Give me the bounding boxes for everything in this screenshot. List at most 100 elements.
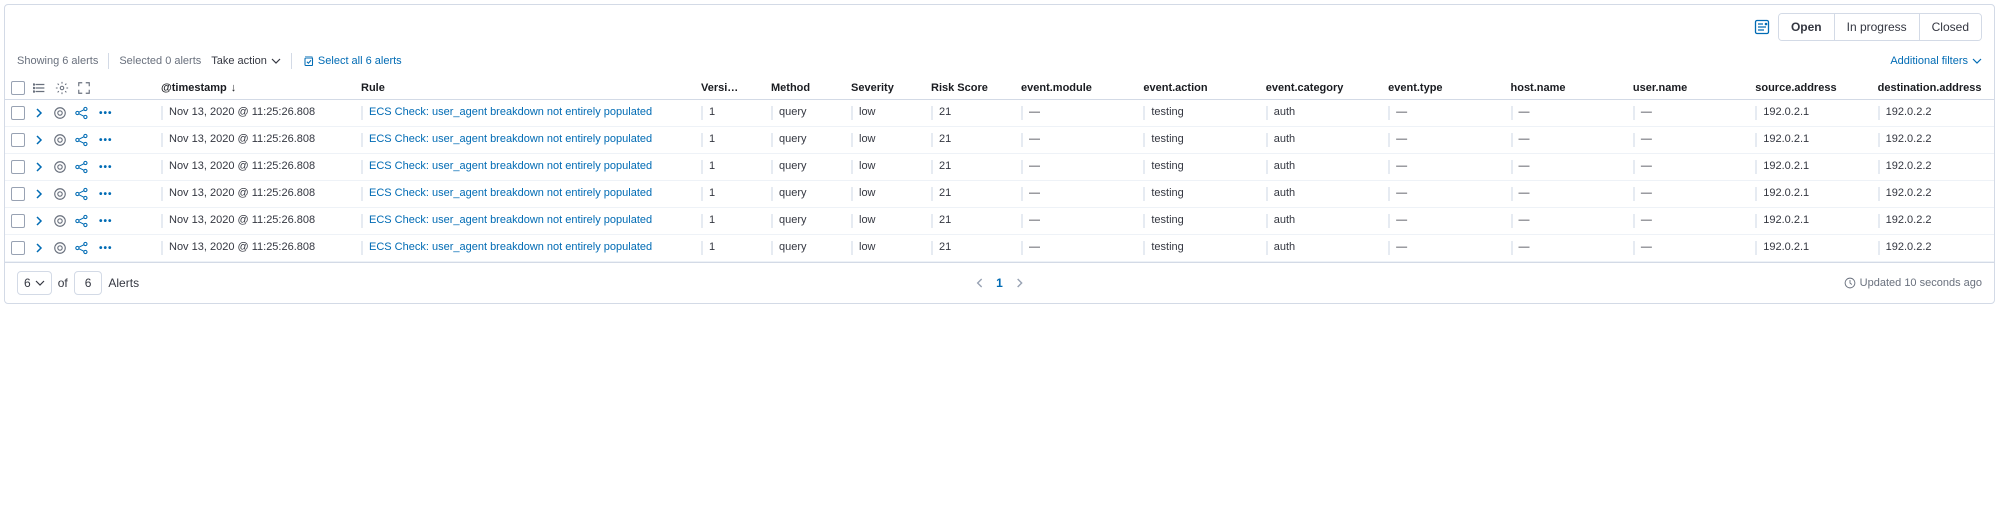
cell-destination-address: 192.0.2.2 [1878,106,1932,120]
cell-source-address: 192.0.2.1 [1755,187,1809,201]
col-event-action[interactable]: event.action [1137,77,1259,100]
select-all-button[interactable]: Select all 6 alerts [302,55,402,67]
investigate-icon[interactable] [53,187,67,201]
analyzer-icon[interactable] [75,160,91,174]
col-user-name[interactable]: user.name [1627,77,1749,100]
col-risk-score[interactable]: Risk Score [925,77,1015,100]
fullscreen-icon[interactable] [77,81,91,95]
cell-method: query [771,187,807,201]
more-actions-button[interactable]: ••• [99,108,113,119]
cell-host-name: — [1511,187,1530,201]
col-host-name[interactable]: host.name [1505,77,1627,100]
more-actions-button[interactable]: ••• [99,189,113,200]
col-event-type[interactable]: event.type [1382,77,1504,100]
of-label: of [58,276,68,290]
cell-source-address: 192.0.2.1 [1755,106,1809,120]
rule-link[interactable]: ECS Check: user_agent breakdown not enti… [369,214,652,226]
rule-link[interactable]: ECS Check: user_agent breakdown not enti… [369,160,652,172]
chevron-down-icon [1972,56,1982,66]
expand-row-button[interactable] [33,188,45,200]
investigate-icon[interactable] [53,106,67,120]
expand-row-button[interactable] [33,161,45,173]
investigate-icon[interactable] [53,160,67,174]
table-row: •••Nov 13, 2020 @ 11:25:26.808ECS Check:… [5,154,1994,181]
more-actions-button[interactable]: ••• [99,243,113,254]
cell-method: query [771,214,807,228]
table-row: •••Nov 13, 2020 @ 11:25:26.808ECS Check:… [5,235,1994,262]
row-checkbox[interactable] [11,106,25,120]
investigate-icon[interactable] [53,214,67,228]
row-checkbox[interactable] [11,133,25,147]
more-actions-button[interactable]: ••• [99,162,113,173]
total-count: 6 [74,271,103,295]
expand-row-button[interactable] [33,215,45,227]
cell-event-category: auth [1266,106,1295,120]
col-destination-address[interactable]: destination.address [1872,77,1994,100]
more-actions-button[interactable]: ••• [99,216,113,227]
status-closed-button[interactable]: Closed [1919,14,1981,40]
col-source-address[interactable]: source.address [1749,77,1871,100]
col-timestamp[interactable]: @timestamp↓ [155,77,355,100]
col-rule[interactable]: Rule [355,77,695,100]
cell-user-name: — [1633,214,1652,228]
analyzer-icon[interactable] [75,106,91,120]
divider [291,53,292,69]
select-all-checkbox[interactable] [11,81,25,95]
rule-link[interactable]: ECS Check: user_agent breakdown not enti… [369,106,652,118]
next-page-button[interactable] [1015,278,1025,288]
analyzer-icon[interactable] [75,241,91,255]
cell-risk-score: 21 [931,187,951,201]
cell-event-module: — [1021,160,1040,174]
rule-link[interactable]: ECS Check: user_agent breakdown not enti… [369,187,652,199]
investigate-icon[interactable] [53,241,67,255]
current-page[interactable]: 1 [996,276,1003,290]
prev-page-button[interactable] [974,278,984,288]
divider [108,53,109,69]
pages-select-icon [302,55,314,67]
additional-filters-dropdown[interactable]: Additional filters [1890,55,1982,67]
status-open-button[interactable]: Open [1779,14,1834,40]
more-actions-button[interactable]: ••• [99,135,113,146]
take-action-dropdown[interactable]: Take action [211,55,281,67]
alerts-label: Alerts [108,276,139,290]
status-inprogress-button[interactable]: In progress [1834,14,1919,40]
cell-event-action: testing [1143,106,1183,120]
cell-host-name: — [1511,106,1530,120]
row-checkbox[interactable] [11,241,25,255]
expand-row-button[interactable] [33,242,45,254]
event-fields-icon[interactable] [33,81,47,95]
cell-user-name: — [1633,241,1652,255]
analyzer-icon[interactable] [75,187,91,201]
page-size-select[interactable]: 6 [17,271,52,295]
updated-label: Updated 10 seconds ago [1860,277,1982,289]
row-checkbox[interactable] [11,187,25,201]
cell-method: query [771,133,807,147]
timeline-icon[interactable] [1754,19,1770,35]
cell-host-name: — [1511,241,1530,255]
cell-event-type: — [1388,106,1407,120]
expand-row-button[interactable] [33,134,45,146]
selected-count: Selected 0 alerts [119,55,201,67]
rule-link[interactable]: ECS Check: user_agent breakdown not enti… [369,133,652,145]
settings-gear-icon[interactable] [55,81,69,95]
investigate-icon[interactable] [53,133,67,147]
col-severity[interactable]: Severity [845,77,925,100]
col-event-category[interactable]: event.category [1260,77,1382,100]
cell-risk-score: 21 [931,214,951,228]
col-version[interactable]: Versi… [695,77,765,100]
analyzer-icon[interactable] [75,214,91,228]
row-checkbox[interactable] [11,214,25,228]
cell-version: 1 [701,241,715,255]
cell-timestamp: Nov 13, 2020 @ 11:25:26.808 [161,214,315,228]
expand-row-button[interactable] [33,107,45,119]
cell-event-type: — [1388,160,1407,174]
col-event-module[interactable]: event.module [1015,77,1137,100]
cell-event-action: testing [1143,160,1183,174]
cell-host-name: — [1511,133,1530,147]
col-method[interactable]: Method [765,77,845,100]
row-checkbox[interactable] [11,160,25,174]
analyzer-icon[interactable] [75,133,91,147]
cell-version: 1 [701,160,715,174]
cell-source-address: 192.0.2.1 [1755,160,1809,174]
rule-link[interactable]: ECS Check: user_agent breakdown not enti… [369,241,652,253]
